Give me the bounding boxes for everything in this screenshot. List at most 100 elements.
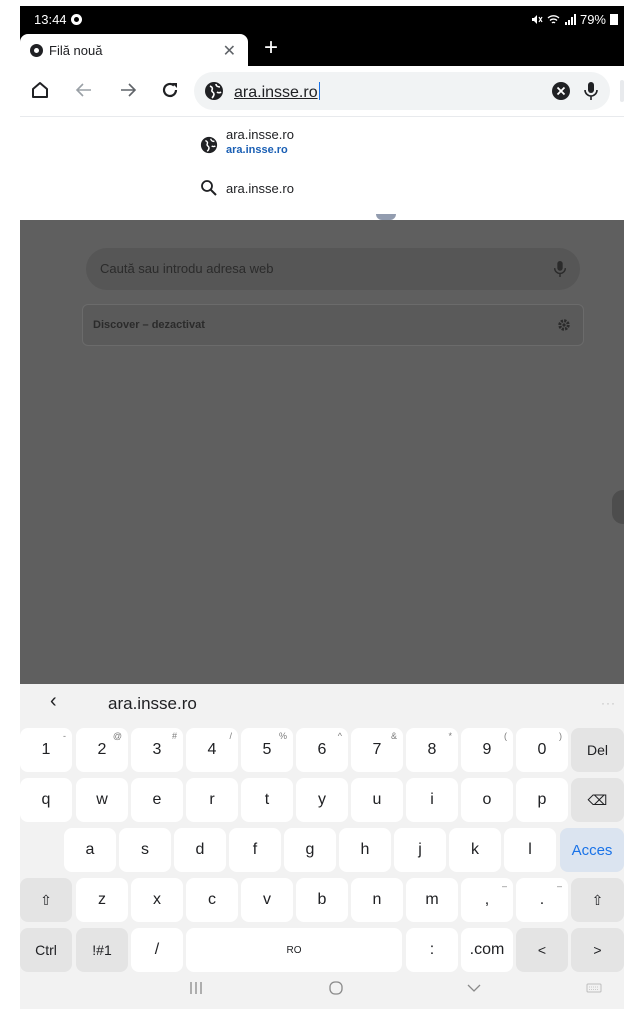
new-tab-page-scrim[interactable]: Caută sau introdu adresa web Discover – … bbox=[20, 214, 624, 684]
key-y[interactable]: y bbox=[296, 778, 348, 822]
signal-icon bbox=[564, 14, 576, 25]
key-label: Del bbox=[586, 742, 608, 758]
edge-panel-handle[interactable] bbox=[612, 490, 624, 524]
key-label: r bbox=[209, 791, 215, 808]
more-options-icon[interactable]: ··· bbox=[601, 696, 616, 710]
discover-card[interactable]: Discover – dezactivat bbox=[82, 304, 584, 346]
back-icon[interactable] bbox=[70, 76, 98, 104]
key-o[interactable]: o bbox=[461, 778, 513, 822]
key-label: y bbox=[318, 791, 326, 808]
clear-icon[interactable] bbox=[552, 82, 570, 100]
recent-apps-icon[interactable] bbox=[188, 980, 204, 996]
key-4-5[interactable]: .com bbox=[461, 928, 513, 972]
on-screen-keyboard: ‹ ara.insse.ro ··· 1-2 @3 #4/5% 6 ^ 7 & 8 * 9(0) D… bbox=[20, 684, 624, 1009]
key-label: < bbox=[537, 942, 547, 958]
key-label: > bbox=[593, 942, 602, 958]
home-icon[interactable] bbox=[26, 76, 54, 104]
address-bar[interactable]: ara.insse.ro bbox=[194, 72, 610, 110]
tab-strip: 13:44 79% Filă nouă ✕ + bbox=[20, 6, 624, 66]
new-tab-button[interactable]: + bbox=[264, 36, 278, 60]
key-g[interactable]: g bbox=[284, 828, 336, 872]
key-j[interactable]: j bbox=[394, 828, 446, 872]
chrome-favicon-icon bbox=[30, 43, 43, 57]
mic-icon[interactable] bbox=[552, 259, 568, 279]
key-9[interactable]: 9( bbox=[461, 728, 513, 772]
key-label: i bbox=[430, 791, 434, 808]
key-a[interactable]: a bbox=[64, 828, 116, 872]
globe-icon bbox=[205, 82, 223, 100]
suggestion-item[interactable]: ara.insse.ro ara.insse.ro bbox=[200, 127, 294, 156]
key-7[interactable]: 7 & bbox=[351, 728, 403, 772]
key-4-7[interactable]: > bbox=[571, 928, 624, 972]
key-label: !#1 bbox=[92, 942, 112, 958]
key-label: .com bbox=[469, 941, 505, 958]
key-4-2[interactable]: / bbox=[131, 928, 183, 972]
key-x[interactable]: x bbox=[131, 878, 183, 922]
key-4-1[interactable]: !#1 bbox=[76, 928, 128, 972]
ntp-search-box[interactable]: Caută sau introdu adresa web bbox=[86, 248, 580, 290]
key-z[interactable]: z bbox=[76, 878, 128, 922]
key-h[interactable]: h bbox=[339, 828, 391, 872]
key-5[interactable]: 5% bbox=[241, 728, 293, 772]
key-label: w bbox=[96, 791, 108, 808]
key-d[interactable]: d bbox=[174, 828, 226, 872]
key-label: ⇧ bbox=[591, 891, 604, 908]
key-2-9[interactable]: Acces bbox=[560, 828, 624, 872]
spacebar-key[interactable]: RO bbox=[186, 928, 402, 972]
wifi-icon bbox=[547, 15, 560, 24]
key-4[interactable]: 4/ bbox=[186, 728, 238, 772]
key-v[interactable]: v bbox=[241, 878, 293, 922]
key-3-0[interactable]: ⇧ bbox=[20, 878, 72, 922]
key-m[interactable]: m bbox=[406, 878, 458, 922]
key-label: . bbox=[539, 891, 545, 908]
key-i[interactable]: i bbox=[406, 778, 458, 822]
reload-icon[interactable] bbox=[156, 76, 184, 104]
keyboard-icon[interactable] bbox=[586, 980, 602, 996]
key-secondary-label: / bbox=[229, 731, 232, 741]
key-w[interactable]: w bbox=[76, 778, 128, 822]
key-c[interactable]: c bbox=[186, 878, 238, 922]
home-nav-icon[interactable] bbox=[328, 980, 344, 996]
key-e[interactable]: e bbox=[131, 778, 183, 822]
key-s[interactable]: s bbox=[119, 828, 171, 872]
key-4-0[interactable]: Ctrl bbox=[20, 928, 72, 972]
key-f[interactable]: f bbox=[229, 828, 281, 872]
tab-new-tab[interactable]: Filă nouă ✕ bbox=[20, 34, 248, 66]
key-3[interactable]: 3 # bbox=[131, 728, 183, 772]
key-k[interactable]: k bbox=[449, 828, 501, 872]
key-n[interactable]: n bbox=[351, 878, 403, 922]
key-q[interactable]: q bbox=[20, 778, 72, 822]
key-label: RO bbox=[286, 944, 302, 956]
key-p[interactable]: p bbox=[516, 778, 568, 822]
key-t[interactable]: t bbox=[241, 778, 293, 822]
key-3-8[interactable]: , – bbox=[461, 878, 513, 922]
chevron-left-icon[interactable]: ‹ bbox=[50, 690, 57, 713]
key-0[interactable]: 0) bbox=[516, 728, 568, 772]
key-b[interactable]: b bbox=[296, 878, 348, 922]
suggestion-item[interactable]: ara.insse.ro bbox=[200, 179, 294, 197]
key-label: : bbox=[429, 941, 435, 958]
close-tab-icon[interactable]: ✕ bbox=[223, 41, 236, 61]
key-4-6[interactable]: < bbox=[516, 928, 568, 972]
key-label: q bbox=[41, 791, 51, 808]
key-label: t bbox=[264, 791, 270, 808]
key-l[interactable]: l bbox=[504, 828, 556, 872]
keyboard-suggestion[interactable]: ara.insse.ro bbox=[108, 694, 197, 714]
key-6[interactable]: 6 ^ bbox=[296, 728, 348, 772]
mic-icon[interactable] bbox=[582, 81, 600, 101]
chevron-down-icon[interactable] bbox=[466, 980, 482, 996]
key-1-10[interactable]: ⌫ bbox=[571, 778, 624, 822]
key-2[interactable]: 2 @ bbox=[76, 728, 128, 772]
key-3-10[interactable]: ⇧ bbox=[571, 878, 624, 922]
key-r[interactable]: r bbox=[186, 778, 238, 822]
key-label: , bbox=[484, 891, 490, 908]
key-u[interactable]: u bbox=[351, 778, 403, 822]
forward-icon[interactable] bbox=[114, 76, 142, 104]
key-1[interactable]: 1- bbox=[20, 728, 72, 772]
key-0-10[interactable]: Del bbox=[571, 728, 624, 772]
key-3-9[interactable]: . – bbox=[516, 878, 568, 922]
gear-icon[interactable] bbox=[557, 318, 571, 332]
key-4-4[interactable]: : bbox=[406, 928, 458, 972]
key-8[interactable]: 8 * bbox=[406, 728, 458, 772]
address-input[interactable]: ara.insse.ro bbox=[234, 82, 320, 102]
